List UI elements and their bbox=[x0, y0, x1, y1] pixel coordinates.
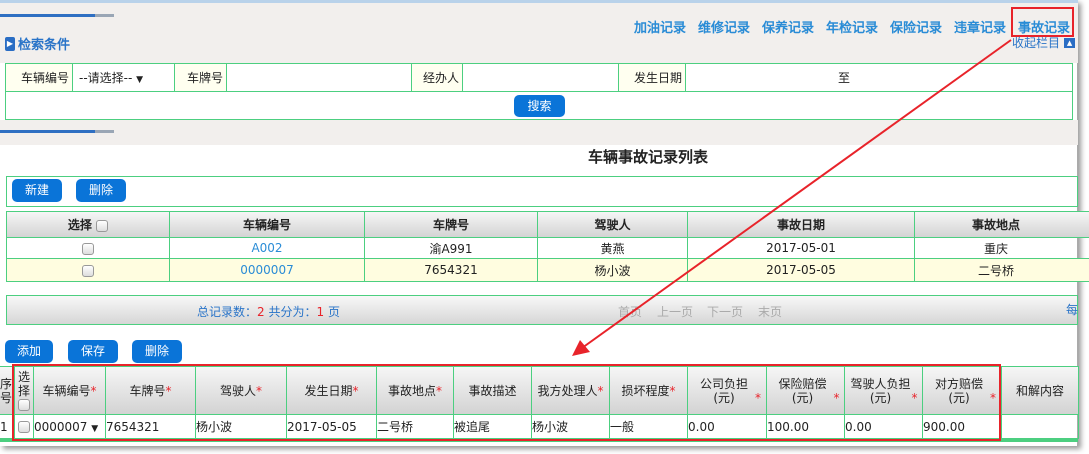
arrow-head bbox=[572, 340, 590, 356]
arrow-line bbox=[581, 39, 1012, 349]
annotation-arrow bbox=[572, 39, 1012, 356]
